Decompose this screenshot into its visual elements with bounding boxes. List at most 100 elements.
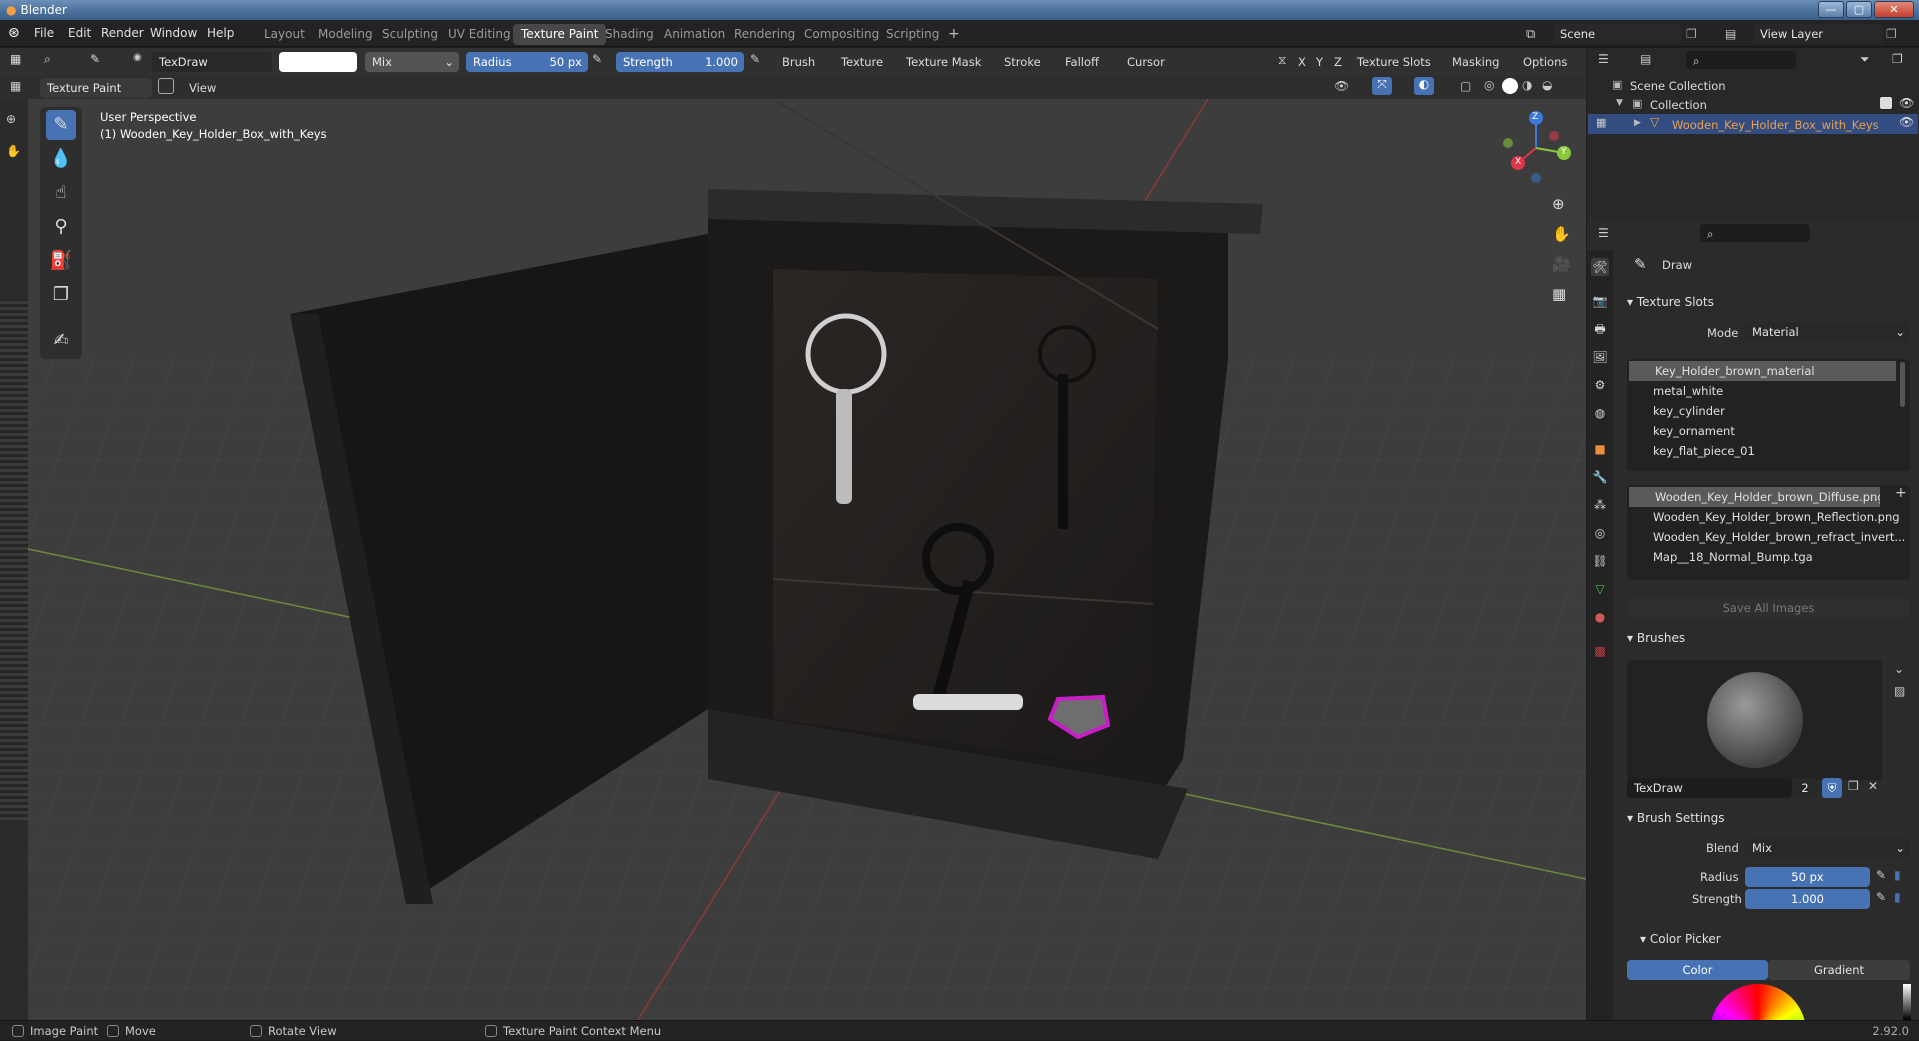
tab-modeling[interactable]: Modeling bbox=[310, 24, 381, 45]
list-item[interactable]: Wooden_Key_Holder_brown_Reflection.png bbox=[1627, 507, 1910, 527]
visibility-icon[interactable]: 👁 bbox=[1334, 79, 1349, 93]
pan-hand-icon[interactable]: ✋ bbox=[1552, 225, 1571, 243]
paint-tool-icon[interactable]: ⌕ bbox=[44, 52, 51, 67]
tool-tab-icon[interactable]: 🛠 bbox=[1591, 258, 1609, 276]
brush-color-swatch[interactable] bbox=[279, 52, 357, 72]
tab-sculpting[interactable]: Sculpting bbox=[374, 24, 446, 45]
data-tab-icon[interactable]: ▽ bbox=[1591, 580, 1609, 598]
color-tab[interactable]: Color bbox=[1627, 960, 1768, 980]
minimize-button[interactable]: — bbox=[1818, 1, 1844, 18]
brush-name-field[interactable]: TexDraw bbox=[152, 52, 272, 72]
filter-icon[interactable]: ⏷ bbox=[1860, 52, 1870, 67]
properties-editor-icon[interactable]: ☰ bbox=[1598, 226, 1609, 240]
pin-icon[interactable]: ▦ bbox=[10, 79, 21, 93]
list-scrollbar[interactable] bbox=[1900, 362, 1905, 407]
mask-toggle-icon[interactable] bbox=[158, 78, 174, 94]
overlay-toggle-icon[interactable]: ◐ bbox=[1414, 77, 1434, 95]
mask-tool-icon[interactable]: ❐ bbox=[46, 280, 76, 310]
new-scene-icon[interactable]: ❐ bbox=[1686, 27, 1697, 41]
editor-type-icon[interactable]: ▦ bbox=[10, 52, 21, 66]
list-item[interactable]: Wooden_Key_Holder_brown_refract_invert..… bbox=[1627, 527, 1910, 547]
view-layer-icon[interactable]: ▤ bbox=[1725, 27, 1736, 41]
camera-icon[interactable]: 🎥 bbox=[1552, 255, 1571, 273]
menu-texture[interactable]: Texture bbox=[841, 55, 883, 69]
constraints-tab-icon[interactable]: ⛓ bbox=[1591, 552, 1609, 570]
pressure-radius-icon[interactable]: ✎ bbox=[592, 52, 602, 66]
list-item[interactable]: metal_white bbox=[1627, 381, 1910, 401]
brush-chevron-icon[interactable]: ⌄ bbox=[1894, 662, 1904, 676]
shading-solid-icon[interactable] bbox=[1502, 78, 1518, 94]
color-wheel[interactable] bbox=[1710, 984, 1806, 1020]
shading-rendered-icon[interactable]: ◒ bbox=[1542, 78, 1552, 92]
smear-tool-icon[interactable]: ☝ bbox=[46, 178, 76, 208]
menu-cursor[interactable]: Cursor bbox=[1127, 55, 1165, 69]
world-tab-icon[interactable]: ◍ bbox=[1591, 404, 1609, 422]
pressure-strength-icon[interactable]: ✎ bbox=[1876, 890, 1886, 904]
pressure-strength-icon[interactable]: ✎ bbox=[750, 52, 760, 66]
strength-slider[interactable]: Strength 1.000 bbox=[616, 52, 744, 72]
mode-selector[interactable]: Texture Paint bbox=[40, 78, 152, 98]
fake-user-shield-icon[interactable]: ⛨ bbox=[1822, 778, 1842, 798]
tab-layout[interactable]: Layout bbox=[256, 24, 313, 45]
physics-tab-icon[interactable]: ◎ bbox=[1591, 524, 1609, 542]
menu-brush[interactable]: Brush bbox=[782, 55, 815, 69]
image-slot-list[interactable]: Wooden_Key_Holder_brown_Diffuse.png Wood… bbox=[1627, 485, 1910, 580]
modifier-tab-icon[interactable]: 🔧 bbox=[1591, 468, 1609, 486]
particles-tab-icon[interactable]: ⁂ bbox=[1591, 496, 1609, 514]
menu-stroke[interactable]: Stroke bbox=[1004, 55, 1041, 69]
gradient-tab[interactable]: Gradient bbox=[1768, 960, 1910, 980]
menu-file[interactable]: File bbox=[34, 20, 54, 47]
menu-texture-slots[interactable]: Texture Slots bbox=[1357, 55, 1431, 69]
tab-rendering[interactable]: Rendering bbox=[726, 24, 803, 45]
draw-tool-icon[interactable]: ✎ bbox=[46, 110, 76, 140]
expand-collection-icon[interactable]: ▼ bbox=[1616, 98, 1623, 108]
view-layer-selector[interactable]: View Layer bbox=[1753, 24, 1883, 44]
list-item[interactable]: key_ornament bbox=[1627, 421, 1910, 441]
menu-edit[interactable]: Edit bbox=[68, 20, 91, 47]
tab-compositing[interactable]: Compositing bbox=[796, 24, 887, 45]
3d-viewport[interactable] bbox=[28, 99, 1586, 1020]
fake-user-icon[interactable]: ◉ bbox=[133, 52, 142, 63]
tab-texture-paint[interactable]: Texture Paint bbox=[513, 24, 607, 45]
object-visibility-icon[interactable]: 👁 bbox=[1899, 115, 1914, 129]
menu-view[interactable]: View bbox=[189, 81, 216, 95]
cursor-icon[interactable]: ⊕ bbox=[6, 112, 16, 126]
add-workspace-button[interactable]: + bbox=[940, 24, 968, 45]
value-slider[interactable] bbox=[1903, 984, 1911, 1020]
hand-icon[interactable]: ✋ bbox=[6, 144, 21, 158]
tab-animation[interactable]: Animation bbox=[656, 24, 733, 45]
color-picker-header[interactable]: ▾ Color Picker bbox=[1640, 932, 1721, 946]
brush-name-field[interactable]: TexDraw bbox=[1627, 778, 1792, 798]
blend-dropdown[interactable]: Mix ⌄ bbox=[365, 52, 459, 72]
material-tab-icon[interactable]: ● bbox=[1591, 608, 1609, 626]
brush-preview[interactable] bbox=[1627, 660, 1882, 780]
add-slot-icon[interactable]: + bbox=[1895, 485, 1907, 501]
mode-dropdown[interactable]: Material ⌄ bbox=[1745, 322, 1910, 342]
pressure-radius-icon[interactable]: ✎ bbox=[1876, 868, 1886, 882]
collection-label[interactable]: Collection bbox=[1650, 98, 1707, 112]
blender-menu-icon[interactable]: ⊛ bbox=[8, 20, 20, 47]
zoom-icon[interactable]: ⊕ bbox=[1552, 195, 1565, 213]
scene-collection-label[interactable]: Scene Collection bbox=[1630, 79, 1726, 93]
display-mode-icon[interactable]: ▤ bbox=[1640, 52, 1651, 66]
annotate-tool-icon[interactable]: ✍ bbox=[46, 326, 76, 356]
scene-selector[interactable]: Scene bbox=[1553, 24, 1681, 44]
mirror-x-toggle[interactable]: X bbox=[1298, 55, 1306, 69]
radius-slider[interactable]: Radius 50 px bbox=[466, 52, 588, 72]
menu-texture-mask[interactable]: Texture Mask bbox=[906, 55, 981, 69]
menu-render[interactable]: Render bbox=[101, 20, 144, 47]
properties-search-input[interactable]: ⌕ bbox=[1700, 224, 1810, 242]
list-item[interactable]: key_cylinder bbox=[1627, 401, 1910, 421]
xray-icon[interactable]: ▢ bbox=[1460, 79, 1471, 93]
gizmo-toggle-icon[interactable]: ⤧ bbox=[1372, 77, 1392, 95]
menu-falloff[interactable]: Falloff bbox=[1065, 55, 1099, 69]
menu-help[interactable]: Help bbox=[207, 20, 234, 47]
outliner-editor-icon[interactable]: ☰ bbox=[1598, 52, 1609, 66]
tab-shading[interactable]: Shading bbox=[597, 24, 662, 45]
menu-masking[interactable]: Masking bbox=[1452, 55, 1499, 69]
texture-slots-header[interactable]: ▾ Texture Slots bbox=[1627, 295, 1714, 309]
collection-visibility-icon[interactable]: 👁 bbox=[1899, 96, 1914, 110]
texture-tab-icon[interactable]: ▩ bbox=[1591, 642, 1609, 660]
perspective-grid-icon[interactable]: ▦ bbox=[1552, 285, 1566, 303]
mirror-z-toggle[interactable]: Z bbox=[1334, 55, 1342, 69]
